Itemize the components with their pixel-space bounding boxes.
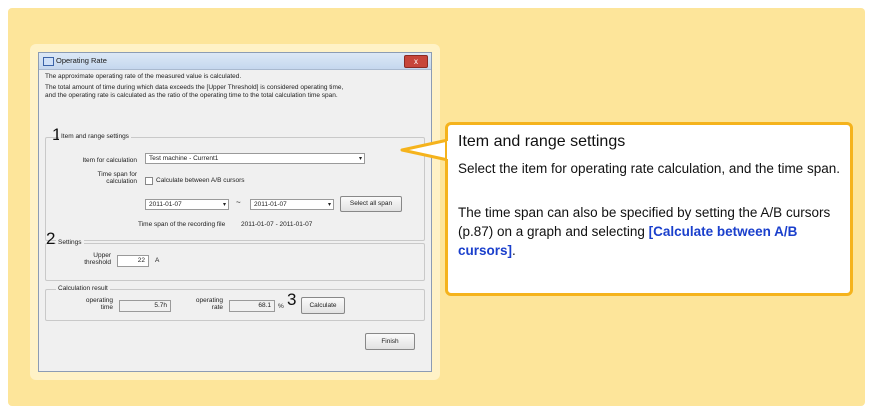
callout-paragraph-2: The time span can also be specified by s… (458, 205, 831, 258)
callout-title: Item and range settings (458, 133, 626, 150)
callout-paragraph-1: Select the item for operating rate calcu… (458, 161, 840, 176)
callout-box: Item and range settings Select the item … (445, 122, 853, 296)
pointer-seam (447, 141, 451, 159)
